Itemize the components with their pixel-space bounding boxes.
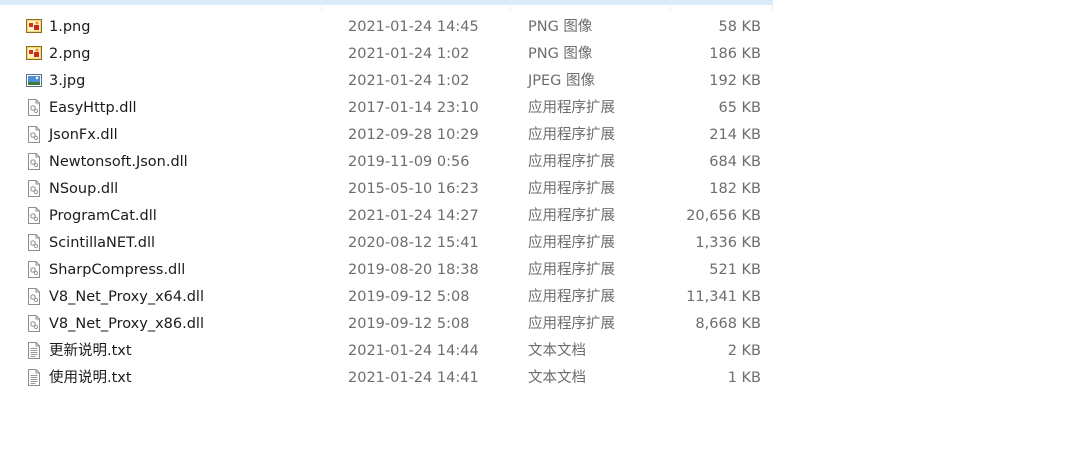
file-name: SharpCompress.dll bbox=[49, 262, 186, 278]
file-date-modified: 2021-01-24 1:02 bbox=[348, 73, 470, 89]
file-name: 3.jpg bbox=[49, 73, 86, 89]
dll-file-icon bbox=[26, 99, 42, 116]
file-date-modified: 2019-09-12 5:08 bbox=[348, 289, 470, 305]
file-name: NSoup.dll bbox=[49, 181, 119, 197]
dll-file-icon bbox=[26, 153, 42, 170]
file-row[interactable]: NSoup.dll 2015-05-10 16:23 应用程序扩展 182 KB bbox=[0, 176, 780, 203]
dll-file-icon bbox=[26, 234, 42, 251]
file-type: 应用程序扩展 bbox=[528, 316, 615, 332]
file-row[interactable]: V8_Net_Proxy_x64.dll 2019-09-12 5:08 应用程… bbox=[0, 284, 780, 311]
file-name: V8_Net_Proxy_x86.dll bbox=[49, 316, 204, 332]
file-name: ScintillaNET.dll bbox=[49, 235, 156, 251]
jpeg-image-icon bbox=[26, 72, 42, 89]
file-row[interactable]: 更新说明.txt 2021-01-24 14:44 文本文档 2 KB bbox=[0, 338, 780, 365]
file-size: 1,336 KB bbox=[695, 235, 761, 251]
dll-file-icon bbox=[26, 261, 42, 278]
file-size: 214 KB bbox=[709, 127, 761, 143]
file-size: 684 KB bbox=[709, 154, 761, 170]
file-name: 1.png bbox=[49, 19, 91, 35]
file-type: 应用程序扩展 bbox=[528, 127, 615, 143]
dll-file-icon bbox=[26, 180, 42, 197]
dll-file-icon bbox=[26, 207, 42, 224]
file-size: 192 KB bbox=[709, 73, 761, 89]
file-date-modified: 2021-01-24 14:27 bbox=[348, 208, 479, 224]
text-document-icon bbox=[26, 369, 42, 386]
png-image-icon bbox=[26, 18, 42, 35]
file-type: PNG 图像 bbox=[528, 46, 593, 62]
file-type: 应用程序扩展 bbox=[528, 181, 615, 197]
file-type: 应用程序扩展 bbox=[528, 262, 615, 278]
file-name: 使用说明.txt bbox=[49, 370, 132, 386]
file-size: 8,668 KB bbox=[695, 316, 761, 332]
png-image-icon bbox=[26, 45, 42, 62]
dll-file-icon bbox=[26, 126, 42, 143]
dll-file-icon bbox=[26, 288, 42, 305]
file-row[interactable]: ProgramCat.dll 2021-01-24 14:27 应用程序扩展 2… bbox=[0, 203, 780, 230]
file-size: 1 KB bbox=[727, 370, 761, 386]
file-type: 文本文档 bbox=[528, 343, 586, 359]
file-size: 521 KB bbox=[709, 262, 761, 278]
file-date-modified: 2019-09-12 5:08 bbox=[348, 316, 470, 332]
file-size: 186 KB bbox=[709, 46, 761, 62]
file-date-modified: 2012-09-28 10:29 bbox=[348, 127, 479, 143]
file-date-modified: 2017-01-14 23:10 bbox=[348, 100, 479, 116]
file-type: 应用程序扩展 bbox=[528, 154, 615, 170]
file-name: ProgramCat.dll bbox=[49, 208, 157, 224]
file-name: Newtonsoft.Json.dll bbox=[49, 154, 188, 170]
file-name: JsonFx.dll bbox=[49, 127, 118, 143]
file-type: 应用程序扩展 bbox=[528, 100, 615, 116]
file-row[interactable]: ScintillaNET.dll 2020-08-12 15:41 应用程序扩展… bbox=[0, 230, 780, 257]
file-size: 182 KB bbox=[709, 181, 761, 197]
file-date-modified: 2019-11-09 0:56 bbox=[348, 154, 470, 170]
column-divider bbox=[321, 5, 322, 11]
column-divider bbox=[670, 5, 671, 11]
file-date-modified: 2020-08-12 15:41 bbox=[348, 235, 479, 251]
file-name: 2.png bbox=[49, 46, 91, 62]
file-date-modified: 2021-01-24 1:02 bbox=[348, 46, 470, 62]
file-size: 58 KB bbox=[718, 19, 761, 35]
file-size: 2 KB bbox=[727, 343, 761, 359]
file-type: 文本文档 bbox=[528, 370, 586, 386]
file-row[interactable]: 1.png 2021-01-24 14:45 PNG 图像 58 KB bbox=[0, 14, 780, 41]
file-row[interactable]: Newtonsoft.Json.dll 2019-11-09 0:56 应用程序… bbox=[0, 149, 780, 176]
file-date-modified: 2021-01-24 14:44 bbox=[348, 343, 479, 359]
file-type: 应用程序扩展 bbox=[528, 208, 615, 224]
file-row[interactable]: JsonFx.dll 2012-09-28 10:29 应用程序扩展 214 K… bbox=[0, 122, 780, 149]
file-type: 应用程序扩展 bbox=[528, 235, 615, 251]
file-size: 11,341 KB bbox=[686, 289, 761, 305]
file-name: EasyHttp.dll bbox=[49, 100, 137, 116]
file-date-modified: 2015-05-10 16:23 bbox=[348, 181, 479, 197]
column-divider bbox=[510, 5, 511, 11]
file-type: JPEG 图像 bbox=[528, 73, 596, 89]
file-size: 65 KB bbox=[718, 100, 761, 116]
file-date-modified: 2021-01-24 14:45 bbox=[348, 19, 479, 35]
file-row[interactable]: SharpCompress.dll 2019-08-20 18:38 应用程序扩… bbox=[0, 257, 780, 284]
file-date-modified: 2021-01-24 14:41 bbox=[348, 370, 479, 386]
file-name: V8_Net_Proxy_x64.dll bbox=[49, 289, 204, 305]
text-document-icon bbox=[26, 342, 42, 359]
file-row[interactable]: 2.png 2021-01-24 1:02 PNG 图像 186 KB bbox=[0, 41, 780, 68]
file-date-modified: 2019-08-20 18:38 bbox=[348, 262, 479, 278]
file-row[interactable]: 使用说明.txt 2021-01-24 14:41 文本文档 1 KB bbox=[0, 365, 780, 392]
file-size: 20,656 KB bbox=[686, 208, 761, 224]
file-type: 应用程序扩展 bbox=[528, 289, 615, 305]
file-row[interactable]: EasyHttp.dll 2017-01-14 23:10 应用程序扩展 65 … bbox=[0, 95, 780, 122]
dll-file-icon bbox=[26, 315, 42, 332]
file-list: 1.png 2021-01-24 14:45 PNG 图像 58 KB 2.pn… bbox=[0, 14, 780, 392]
column-divider bbox=[772, 5, 773, 11]
file-type: PNG 图像 bbox=[528, 19, 593, 35]
column-header-highlight[interactable] bbox=[0, 0, 773, 5]
file-name: 更新说明.txt bbox=[49, 343, 132, 359]
file-row[interactable]: 3.jpg 2021-01-24 1:02 JPEG 图像 192 KB bbox=[0, 68, 780, 95]
file-row[interactable]: V8_Net_Proxy_x86.dll 2019-09-12 5:08 应用程… bbox=[0, 311, 780, 338]
